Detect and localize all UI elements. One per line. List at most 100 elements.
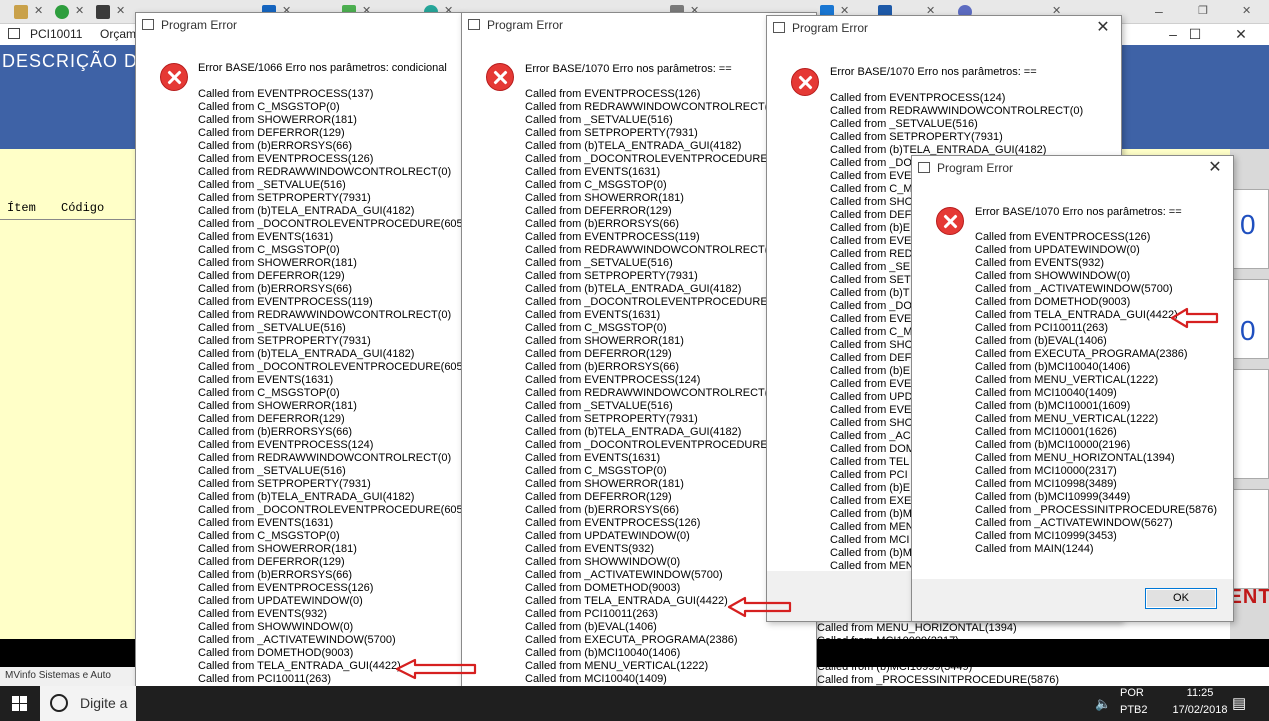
taskbar-search-box[interactable]: Digite a xyxy=(40,686,136,721)
call-stack-list: Called from EVENTPROCESS(126) Called from… xyxy=(525,88,784,720)
tab-favicon[interactable] xyxy=(14,5,28,19)
call-stack-line: Called from _ACTIVATEWINDOW(5700) xyxy=(198,634,396,646)
cortana-icon xyxy=(50,694,68,712)
windows-logo-icon xyxy=(12,696,27,711)
clock[interactable]: 11:25 17/02/2018 xyxy=(1168,686,1228,721)
language-secondary: PTB2 xyxy=(1120,704,1148,716)
minimize-icon[interactable]: – xyxy=(1155,4,1167,18)
call-stack-line: Called from EXECUTA_PROGRAMA(2386) xyxy=(525,634,738,646)
close-icon[interactable]: ✕ xyxy=(1242,5,1254,17)
tab-favicon[interactable] xyxy=(55,5,69,19)
call-stack-line: Called from (b)TELA_ENTRADA_GUI(4182) xyxy=(525,283,742,295)
tab-favicon[interactable] xyxy=(96,5,110,19)
call-stack-list: Called from EVENTPROCESS(126) Called from… xyxy=(975,231,1217,556)
call-stack-line: Called from EVENTS(1631) xyxy=(198,231,334,243)
tab-close-icon[interactable]: ✕ xyxy=(75,5,87,17)
call-stack-line: Called from EVENTS(1631) xyxy=(525,309,661,321)
call-stack-line: Called from EVENTS(1631) xyxy=(525,166,661,178)
column-header-codigo[interactable]: Código xyxy=(61,201,104,215)
start-button[interactable] xyxy=(0,686,40,721)
call-stack-line: Called from SHOWERROR(181) xyxy=(525,478,684,490)
totals-panel: 0 0 xyxy=(1230,149,1269,639)
app-title: PCI10011 xyxy=(30,27,83,41)
call-stack-line: Called from REDRAWWINDOWCONTROLRECT(0) xyxy=(830,105,1084,117)
call-stack-line: Called from C_MSGSTOP(0) xyxy=(525,322,667,334)
call-stack-line: Called from SHOWWINDOW(0) xyxy=(198,621,354,633)
items-grid[interactable] xyxy=(0,219,140,639)
call-stack-line: Called from C_MSGSTOP(0) xyxy=(198,244,340,256)
call-stack-line: Called from DEFERROR(129) xyxy=(525,491,672,503)
call-stack-line: Called from _SETVALUE(516) xyxy=(525,114,673,126)
call-stack-line: Called from SHOWERROR(181) xyxy=(525,192,684,204)
call-stack-line: Called from (b)MCI10999(3449) xyxy=(817,661,973,673)
call-stack-line: Called from (b)MCI10040(1406) xyxy=(525,647,681,659)
call-stack-line: Called from MENU_VERTICAL(1222) xyxy=(525,660,709,672)
call-stack-line: Called from (b)EVAL(1406) xyxy=(525,621,657,633)
column-header-item[interactable]: Ítem xyxy=(7,201,36,215)
dialog-title: Program Error xyxy=(161,18,238,32)
clock-time: 11:25 xyxy=(1186,687,1214,699)
dialog-close-button[interactable]: ✕ xyxy=(1205,158,1225,178)
call-stack-line: Called from EVENTS(932) xyxy=(525,543,654,555)
call-stack-line: Called from SETPROPERTY(7931) xyxy=(198,192,371,204)
call-stack-line: Called from EVENTS(1631) xyxy=(525,452,661,464)
app-window-icon xyxy=(8,28,20,39)
call-stack-line: Called from (b)MCI10040(1406) xyxy=(975,361,1131,373)
windows-taskbar: Digite a 🔈 POR PTB2 11:25 17/02/2018 ▤ xyxy=(0,686,1269,721)
call-stack-line: Called from SETPROPERTY(7931) xyxy=(525,127,698,139)
call-stack-line: Called from SHOWERROR(181) xyxy=(198,400,357,412)
status-bar: MVinfo Sistemas e Auto xyxy=(0,667,140,686)
call-stack-line: Called from MENU_HORIZONTAL(1394) xyxy=(975,452,1175,464)
dialog-titlebar: Program Error xyxy=(767,16,1121,40)
call-stack-line: Called from SHOWWINDOW(0) xyxy=(525,556,681,568)
dialog-titlebar: Program Error xyxy=(912,156,1233,180)
call-stack-line: Called from EVENTPROCESS(124) xyxy=(198,439,374,451)
call-stack-line: Called from (b)MCI10000(2196) xyxy=(975,439,1131,451)
description-header: DESCRIÇÃO DO xyxy=(2,51,154,71)
dialog-button-area: OK xyxy=(912,579,1233,621)
call-stack-line: Called from (b)ERRORSYS(66) xyxy=(198,140,353,152)
tab-close-icon[interactable]: ✕ xyxy=(34,5,46,17)
call-stack-line: Called from (b)ERRORSYS(66) xyxy=(525,218,680,230)
call-stack-line: Called from (b)TELA_ENTRADA_GUI(4182) xyxy=(198,348,415,360)
call-stack-line: Called from (b)MCI10999(3449) xyxy=(975,491,1131,503)
call-stack-line: Called from MAIN(1244) xyxy=(975,543,1094,555)
app-close-button[interactable]: ✕ xyxy=(1218,24,1264,44)
call-stack-line: Called from EVENTPROCESS(119) xyxy=(525,231,700,243)
call-stack-line: Called from REDRAWWINDOWCONTROLRECT(0) xyxy=(198,452,452,464)
call-stack-line: Called from UPDATEWINDOW(0) xyxy=(525,530,690,542)
app-maximize-button[interactable]: ☐ xyxy=(1172,24,1218,44)
total-box xyxy=(1233,369,1269,479)
maximize-icon[interactable]: ❐ xyxy=(1198,5,1210,17)
call-stack-line: Called from _SETVALUE(516) xyxy=(198,465,346,477)
call-stack-line: Called from DOMETHOD(9003) xyxy=(525,582,681,594)
ok-button[interactable]: OK xyxy=(1145,588,1217,609)
call-stack-line: Called from REDRAWWINDOWCONTROLRECT(0) xyxy=(525,101,779,113)
call-stack-line: Called from _ACTIVATEWINDOW(5700) xyxy=(975,283,1173,295)
dialog-close-button[interactable]: ✕ xyxy=(1093,18,1113,38)
call-stack-line: Called from _SETVALUE(516) xyxy=(830,118,978,130)
call-stack-line: Called from MCI10000(2317) xyxy=(817,635,959,647)
call-stack-line: Called from MCI10001(1626) xyxy=(975,426,1117,438)
call-stack-line: Called from _DOCONTROLEVENTPROCEDURE(60 xyxy=(525,296,784,308)
call-stack-line: Called from EVENTPROCESS(126) xyxy=(525,517,701,529)
language-primary: POR xyxy=(1120,687,1144,699)
call-stack-line: Called from _DOCONTROLEVENTPROCEDURE(605… xyxy=(198,361,462,373)
call-stack-line: Called from DEFERROR(129) xyxy=(525,348,672,360)
tab-close-icon[interactable]: ✕ xyxy=(116,5,128,17)
dialog-window-icon xyxy=(773,22,785,33)
call-stack-line: Called from DEFERROR(129) xyxy=(198,413,345,425)
total-value-1: 0 xyxy=(1240,209,1256,240)
call-stack-line: Called from MENU_VERTICAL(1222) xyxy=(975,374,1159,386)
volume-icon[interactable]: 🔈 xyxy=(1095,696,1111,721)
call-stack-line: Called from EVENTPROCESS(119) xyxy=(198,296,373,308)
notification-icon[interactable]: ▤ xyxy=(1232,694,1246,721)
error-icon xyxy=(936,207,964,235)
call-stack-list: Called from EVENTPROCESS(137) Called from… xyxy=(198,88,462,720)
red-arrow-annotation xyxy=(395,658,477,680)
call-stack-line: Called from _SETVALUE(516) xyxy=(525,400,673,412)
call-stack-line: Called from DEFERROR(129) xyxy=(198,127,345,139)
call-stack-line: Called from SETPROPERTY(7931) xyxy=(525,270,698,282)
error-message: Error BASE/1066 Erro nos parâmetros: con… xyxy=(198,62,447,74)
call-stack-line: Called from SHOWERROR(181) xyxy=(198,543,357,555)
